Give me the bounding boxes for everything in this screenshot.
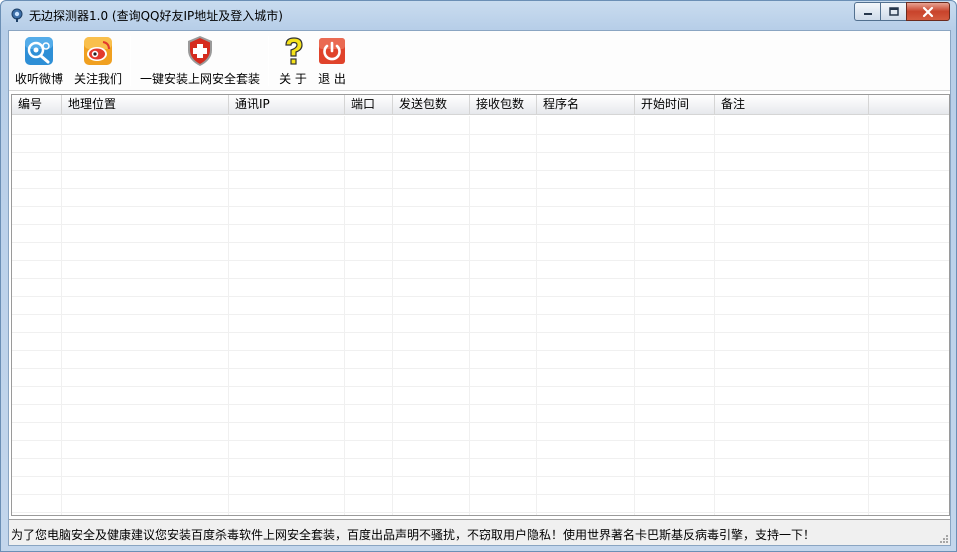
help-question-icon: [285, 37, 303, 65]
grid-column-line: [714, 116, 715, 515]
power-exit-icon: [319, 38, 345, 64]
app-icon: [11, 8, 23, 22]
grid-column-line: [61, 116, 62, 515]
maximize-button[interactable]: [880, 2, 906, 21]
column-header-ip[interactable]: 通讯IP: [229, 95, 345, 115]
install-security-label: 一键安装上网安全套装: [139, 72, 260, 86]
grid-row-line: [12, 494, 949, 495]
grid-row-line: [12, 278, 949, 279]
status-text: 为了您电脑安全及健康建议您安装百度杀毒软件上网安全套装，百度出品声明不骚扰，不窃…: [11, 528, 816, 542]
exit-label: 退 出: [318, 72, 346, 86]
grid-row-line: [12, 296, 949, 297]
about-label: 关 于: [279, 72, 307, 86]
grid-row-line: [12, 350, 949, 351]
grid-row-line: [12, 152, 949, 153]
grid-row-line: [12, 224, 949, 225]
window-title: 无边探测器1.0 (查询QQ好友IP地址及登入城市): [29, 9, 283, 23]
grid-row-line: [12, 314, 949, 315]
grid-row-line: [12, 512, 949, 513]
follow-us-label: 关注我们: [73, 72, 122, 86]
connections-table[interactable]: 编号 地理位置 通讯IP 端口 发送包数 接收包数 程序名 开始时间 备注: [11, 94, 950, 516]
grid-column-line: [228, 116, 229, 515]
minimize-button[interactable]: [854, 2, 880, 21]
app-window: 无边探测器1.0 (查询QQ好友IP地址及登入城市) 收听微博 关注我们 一键安…: [0, 0, 957, 552]
grid-row-line: [12, 242, 949, 243]
grid-row-line: [12, 476, 949, 477]
grid-column-line: [469, 116, 470, 515]
grid-row-line: [12, 170, 949, 171]
grid-row-line: [12, 134, 949, 135]
grid-row-line: [12, 422, 949, 423]
grid-row-line: [12, 206, 949, 207]
column-header-start-time[interactable]: 开始时间: [635, 95, 715, 115]
column-header-location[interactable]: 地理位置: [62, 95, 229, 115]
weibo-listen-icon: [25, 37, 53, 65]
security-shield-icon: [188, 36, 212, 66]
install-security-button[interactable]: 一键安装上网安全套装: [137, 33, 263, 89]
column-header-sent-packets[interactable]: 发送包数: [393, 95, 470, 115]
grid-column-line: [344, 116, 345, 515]
grid-row-line: [12, 368, 949, 369]
resize-grip-icon[interactable]: [937, 532, 949, 544]
listen-weibo-label: 收听微博: [14, 72, 63, 86]
grid-row-line: [12, 440, 949, 441]
follow-us-button[interactable]: 关注我们: [69, 33, 127, 89]
title-bar[interactable]: 无边探测器1.0 (查询QQ好友IP地址及登入城市): [1, 1, 956, 29]
grid-column-line: [634, 116, 635, 515]
column-header-program[interactable]: 程序名: [537, 95, 635, 115]
column-header-notes[interactable]: 备注: [715, 95, 869, 115]
minimize-icon: [863, 12, 872, 15]
grid-row-line: [12, 260, 949, 261]
table-header: 编号 地理位置 通讯IP 端口 发送包数 接收包数 程序名 开始时间 备注: [12, 95, 949, 115]
listen-weibo-button[interactable]: 收听微博: [11, 33, 67, 89]
status-bar: 为了您电脑安全及健康建议您安装百度杀毒软件上网安全套装，百度出品声明不骚扰，不窃…: [9, 519, 950, 545]
grid-column-line: [868, 116, 869, 515]
close-icon: [922, 6, 934, 17]
grid-column-line: [536, 116, 537, 515]
maximize-icon: [888, 6, 899, 16]
close-button[interactable]: [906, 2, 950, 21]
weibo-follow-icon: [84, 37, 112, 65]
grid-row-line: [12, 332, 949, 333]
toolbar-separator: [130, 36, 131, 86]
window-controls: [854, 2, 950, 21]
toolbar: 收听微博 关注我们 一键安装上网安全套装 关 于 退 出: [9, 31, 950, 91]
client-area: 收听微博 关注我们 一键安装上网安全套装 关 于 退 出 编号 地理位置 通讯I…: [8, 30, 951, 546]
grid-row-line: [12, 458, 949, 459]
table-body: [12, 116, 949, 515]
about-button[interactable]: 关 于: [275, 33, 311, 89]
exit-button[interactable]: 退 出: [314, 33, 350, 89]
grid-column-line: [392, 116, 393, 515]
grid-row-line: [12, 404, 949, 405]
toolbar-separator: [268, 36, 269, 86]
column-header-port[interactable]: 端口: [345, 95, 393, 115]
grid-row-line: [12, 188, 949, 189]
column-header-id[interactable]: 编号: [12, 95, 62, 115]
grid-row-line: [12, 386, 949, 387]
column-header-received-packets[interactable]: 接收包数: [470, 95, 537, 115]
